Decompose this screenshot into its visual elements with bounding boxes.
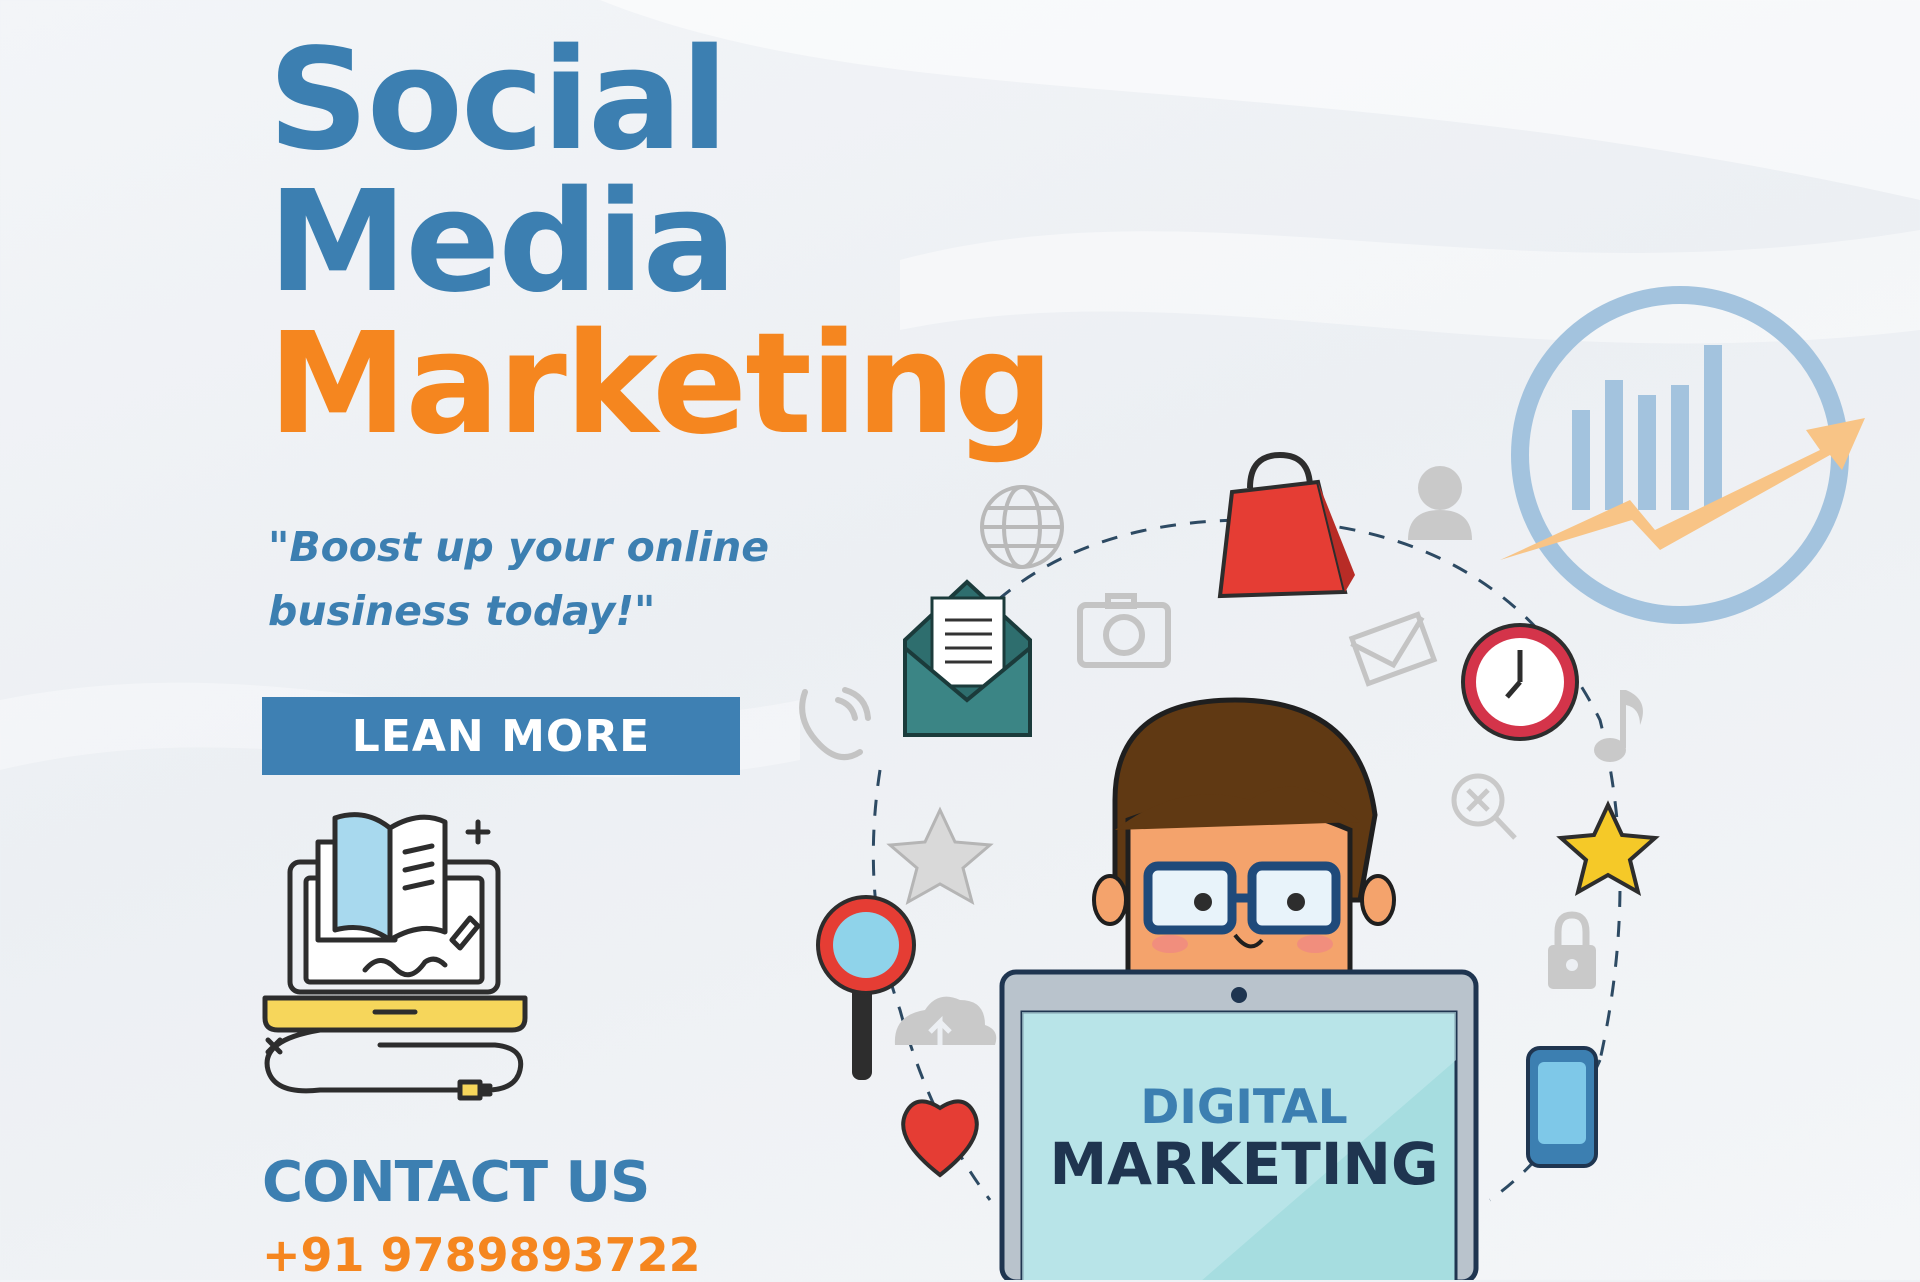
cloud-upload-icon [894, 996, 997, 1045]
heart-icon [901, 1099, 979, 1178]
mail-icon [1348, 611, 1438, 687]
screen-digital-label: DIGITAL [1140, 1080, 1348, 1135]
magnifier-icon [816, 895, 916, 1080]
illustration [262, 286, 1865, 1280]
shopping-bag-icon [1217, 451, 1355, 599]
screen-marketing-label: MARKETING [1049, 1130, 1439, 1198]
laptop-book-icon [262, 812, 528, 1101]
contact-phone[interactable]: +91 9789893722 [262, 1228, 701, 1282]
growth-chart-icon [1500, 286, 1865, 624]
character-illustration [1092, 697, 1396, 978]
globe-icon [980, 485, 1064, 569]
phone-icon [799, 687, 871, 761]
contact-title: CONTACT US [262, 1150, 650, 1215]
envelope-open-icon [903, 579, 1032, 737]
camera-icon [1077, 593, 1171, 668]
lock-icon [1548, 911, 1596, 989]
user-icon [1408, 466, 1472, 540]
smartphone-icon [1526, 1046, 1598, 1168]
clock-icon [1461, 623, 1579, 741]
search-icon [1451, 773, 1517, 840]
